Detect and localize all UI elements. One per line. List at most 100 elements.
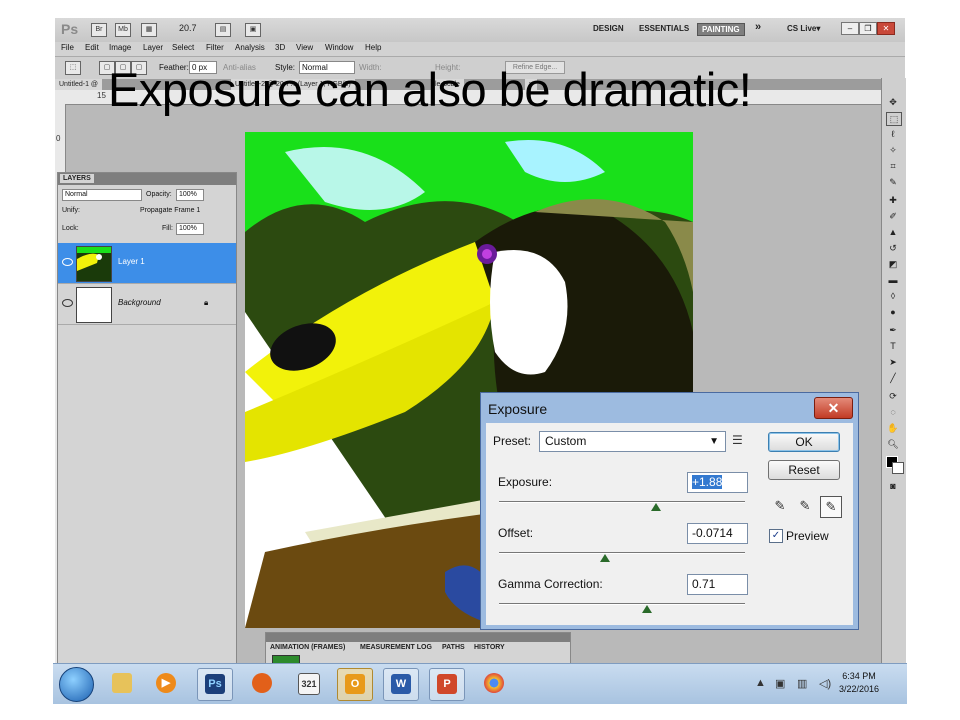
restore-icon[interactable]: ❐	[859, 22, 877, 35]
eyedropper-tool-icon[interactable]: ✎	[886, 176, 900, 188]
menu-file[interactable]: File	[61, 43, 74, 52]
line-tool-icon[interactable]: ╱	[886, 372, 900, 384]
taskbar-word[interactable]: W	[383, 668, 419, 701]
minibridge-icon[interactable]: Mb	[115, 23, 131, 37]
minimize-icon[interactable]: –	[841, 22, 859, 35]
close-icon[interactable]: ✕	[877, 22, 895, 35]
lasso-tool-icon[interactable]: ℓ	[886, 128, 900, 140]
network-icon[interactable]: ▥	[797, 677, 807, 690]
blend-mode-select[interactable]: Normal	[62, 189, 142, 201]
menu-bar: File Edit Image Layer Select Filter Anal…	[55, 42, 905, 56]
cs-live-button[interactable]: CS Live▾	[783, 23, 824, 34]
menu-filter[interactable]: Filter	[206, 43, 224, 52]
workspace-design[interactable]: DESIGN	[589, 23, 628, 34]
path-select-icon[interactable]: ➤	[886, 356, 900, 368]
offset-slider-track[interactable]	[499, 552, 745, 554]
tray-expand-icon[interactable]: ▲	[755, 677, 766, 689]
offset-slider-thumb[interactable]	[599, 554, 610, 562]
visibility-eye-icon[interactable]	[62, 258, 73, 266]
taskbar-firefox[interactable]	[245, 668, 279, 699]
ok-button[interactable]: OK	[768, 432, 840, 452]
blur-tool-icon[interactable]: ◊	[886, 290, 900, 302]
marquee-tool-icon[interactable]: ⬚	[886, 112, 902, 126]
quick-select-tool-icon[interactable]: ✧	[886, 144, 900, 156]
crop-tool-icon[interactable]: ⌗	[886, 160, 900, 172]
tab-measurement-log[interactable]: MEASUREMENT LOG	[360, 644, 432, 651]
start-button[interactable]	[59, 667, 94, 702]
visibility-eye-icon[interactable]	[62, 299, 73, 307]
3d-rotate-icon[interactable]: ⟳	[886, 390, 900, 402]
quick-mask-icon[interactable]: ◙	[886, 480, 900, 492]
black-eyedropper-icon[interactable]: ✎	[770, 496, 790, 516]
background-color-swatch[interactable]	[892, 462, 904, 474]
eraser-tool-icon[interactable]: ◩	[886, 258, 900, 270]
preset-select[interactable]: Custom ▼	[539, 431, 726, 452]
arrange-documents-icon[interactable]: ▤	[215, 23, 231, 37]
layers-tab[interactable]: LAYERS	[60, 174, 94, 183]
tab-untitled-1[interactable]: Untitled-1 @	[55, 79, 103, 90]
gamma-slider-track[interactable]	[499, 603, 745, 605]
taskbar-outlook[interactable]: O	[337, 668, 373, 701]
move-tool-icon[interactable]: ✥	[886, 96, 900, 108]
taskbar-explorer[interactable]	[105, 668, 139, 699]
taskbar-media[interactable]: ▶	[149, 668, 183, 699]
screen-mode-icon[interactable]: ▣	[245, 23, 261, 37]
menu-select[interactable]: Select	[172, 43, 194, 52]
type-tool-icon[interactable]: T	[886, 340, 900, 352]
tab-animation-frames[interactable]: ANIMATION (FRAMES)	[270, 644, 345, 651]
offset-input[interactable]: -0.0714	[687, 523, 748, 544]
pen-tool-icon[interactable]: ✒	[886, 324, 900, 336]
firefox-icon	[252, 673, 272, 693]
taskbar-photoshop[interactable]: Ps	[197, 668, 233, 701]
workspace-essentials[interactable]: ESSENTIALS	[635, 23, 693, 34]
menu-view[interactable]: View	[296, 43, 313, 52]
exposure-input[interactable]: +1.88	[687, 472, 748, 493]
marquee-tool-icon[interactable]: ⬚	[65, 61, 81, 75]
more-workspaces-button[interactable]: »	[751, 20, 765, 34]
gradient-tool-icon[interactable]: ▬	[886, 274, 900, 286]
dodge-tool-icon[interactable]: ●	[886, 306, 900, 318]
view-extras-icon[interactable]: ▦	[141, 23, 157, 37]
workspace-painting[interactable]: PAINTING	[697, 23, 745, 36]
taskbar-chrome[interactable]	[477, 668, 511, 699]
taskbar-powerpoint[interactable]: P	[429, 668, 465, 701]
layer-row-background[interactable]: Background 🔒︎	[58, 284, 236, 325]
menu-3d[interactable]: 3D	[275, 43, 285, 52]
dialog-titlebar[interactable]: Exposure ✕	[481, 393, 858, 421]
gamma-label: Gamma Correction:	[498, 577, 603, 591]
white-eyedropper-icon[interactable]: ✎	[820, 496, 842, 518]
taskbar-calendar[interactable]: 321	[291, 668, 325, 699]
gray-eyedropper-icon[interactable]: ✎	[795, 496, 815, 516]
preset-options-icon[interactable]: ☰	[732, 433, 743, 447]
hand-tool-icon[interactable]: ✋	[886, 422, 900, 434]
menu-analysis[interactable]: Analysis	[235, 43, 265, 52]
exposure-slider-thumb[interactable]	[651, 503, 662, 511]
layer-row-layer-1[interactable]: Layer 1	[58, 243, 236, 284]
fill-input[interactable]: 100%	[176, 223, 204, 235]
brush-tool-icon[interactable]: ✐	[886, 210, 900, 222]
healing-brush-icon[interactable]: ✚	[886, 194, 900, 206]
opacity-input[interactable]: 100%	[176, 189, 204, 201]
history-brush-icon[interactable]: ↺	[886, 242, 900, 254]
exposure-slider-track[interactable]	[499, 501, 745, 503]
tab-paths[interactable]: PATHS	[442, 644, 465, 651]
reset-button[interactable]: Reset	[768, 460, 840, 480]
menu-edit[interactable]: Edit	[85, 43, 99, 52]
menu-help[interactable]: Help	[365, 43, 381, 52]
gamma-input[interactable]: 0.71	[687, 574, 748, 595]
menu-window[interactable]: Window	[325, 43, 353, 52]
clone-stamp-icon[interactable]: ▲	[886, 226, 900, 238]
propagate-frame-checkbox[interactable]: Propagate Frame 1	[140, 207, 200, 214]
zoom-level[interactable]: 20.7	[179, 23, 197, 33]
preview-checkbox[interactable]: ✓	[769, 529, 783, 543]
3d-orbit-icon[interactable]: ◌	[886, 406, 900, 418]
dialog-close-button[interactable]: ✕	[814, 397, 853, 419]
zoom-tool-icon[interactable]: 🔍︎	[886, 438, 900, 450]
gamma-slider-thumb[interactable]	[641, 605, 652, 613]
menu-layer[interactable]: Layer	[143, 43, 163, 52]
taskbar-clock[interactable]: 6:34 PM 3/22/2016	[829, 670, 889, 696]
bridge-icon[interactable]: Br	[91, 23, 107, 37]
tray-device-icon[interactable]: ▣	[775, 677, 785, 690]
tab-history[interactable]: HISTORY	[474, 644, 505, 651]
menu-image[interactable]: Image	[109, 43, 131, 52]
